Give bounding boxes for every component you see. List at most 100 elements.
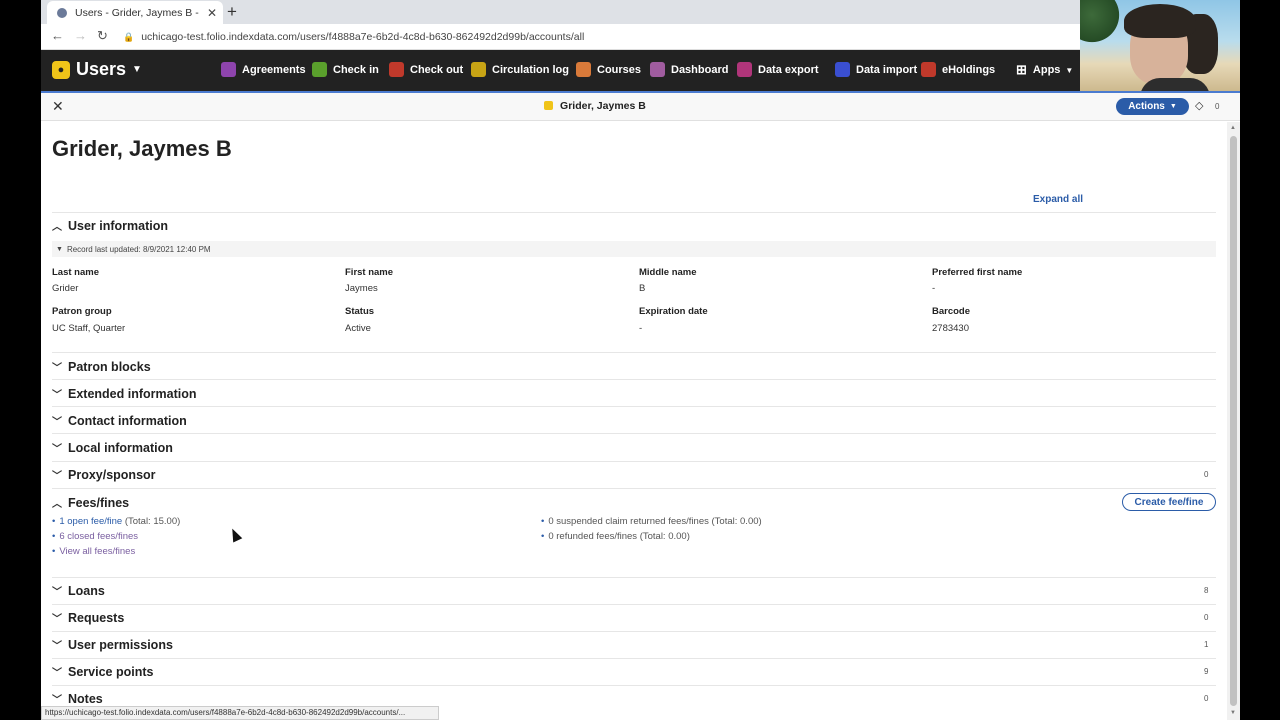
mouse-cursor-icon xyxy=(227,526,243,543)
lock-icon: 🔒 xyxy=(123,31,135,42)
section-notes[interactable]: ﹀ Notes xyxy=(52,691,103,707)
nav-agreements[interactable]: Agreements xyxy=(221,62,306,77)
create-fee-fine-button[interactable]: Create fee/fine xyxy=(1122,493,1216,511)
hair-image xyxy=(1124,4,1196,38)
pane-title: Grider, Jaymes B xyxy=(41,100,1149,112)
check-out-icon xyxy=(389,62,404,77)
scrollbar[interactable]: ▲ ▼ xyxy=(1227,122,1240,720)
middle-name-value: B xyxy=(639,283,646,294)
shirt-image xyxy=(1140,78,1210,91)
browser-tab[interactable]: Users - Grider, Jaymes B - FOLIO ✕ xyxy=(47,1,223,24)
nav-apps[interactable]: ⊞ Apps ▼ xyxy=(1016,62,1073,78)
divider xyxy=(52,685,1216,686)
open-fees-link[interactable]: 1 open fee/fine xyxy=(59,516,122,527)
bullet: • xyxy=(541,516,545,527)
middle-name-label: Middle name xyxy=(639,267,697,278)
scrollbar-thumb[interactable] xyxy=(1230,136,1237,706)
close-tab-icon[interactable]: ✕ xyxy=(207,6,217,20)
chevron-up-icon: ︿ xyxy=(52,499,62,510)
dashboard-icon xyxy=(650,62,665,77)
record-last-updated[interactable]: ▼ Record last updated: 8/9/2021 12:40 PM xyxy=(52,241,1216,257)
barcode-value: 2783430 xyxy=(932,323,969,334)
closed-fees-link[interactable]: 6 closed fees/fines xyxy=(59,531,138,542)
url-field[interactable]: 🔒 uchicago-test.folio.indexdata.com/user… xyxy=(123,27,1083,47)
nav-circulation-log[interactable]: Circulation log xyxy=(471,62,569,77)
actions-label: Actions xyxy=(1128,101,1165,112)
scroll-down-icon[interactable]: ▼ xyxy=(1230,710,1236,716)
section-user-permissions[interactable]: ﹀ User permissions xyxy=(52,637,173,653)
section-title: Service points xyxy=(68,664,154,679)
section-title: Local information xyxy=(68,440,173,455)
pane-header: ✕ Grider, Jaymes B Actions ▼ ◇ 0 xyxy=(41,93,1240,121)
agreements-icon xyxy=(221,62,236,77)
new-tab-icon[interactable]: + xyxy=(227,2,237,22)
suspended-fees-item: • 0 suspended claim returned fees/fines (… xyxy=(541,516,762,527)
nav-label: Data import xyxy=(856,63,918,76)
nav-label: Agreements xyxy=(242,63,306,76)
scroll-up-icon[interactable]: ▲ xyxy=(1230,125,1236,131)
proxy-sponsor-count: 0 xyxy=(1204,470,1209,479)
chevron-down-icon: ﹀ xyxy=(52,363,62,374)
section-user-information[interactable]: ︿ User information xyxy=(52,218,168,234)
section-proxy-sponsor[interactable]: ﹀ Proxy/sponsor xyxy=(52,467,156,483)
view-all-fees-link[interactable]: View all fees/fines xyxy=(59,546,135,557)
section-extended-information[interactable]: ﹀ Extended information xyxy=(52,386,196,402)
courses-icon xyxy=(576,62,591,77)
users-app-icon xyxy=(544,101,554,110)
nav-data-export[interactable]: Data export xyxy=(737,62,819,77)
chevron-down-icon: ﹀ xyxy=(52,444,62,455)
preferred-name-label: Preferred first name xyxy=(932,267,1023,278)
divider xyxy=(52,658,1216,659)
nav-data-import[interactable]: Data import xyxy=(835,62,917,77)
patron-group-value: UC Staff, Quarter xyxy=(52,323,126,334)
section-title: Notes xyxy=(68,691,103,706)
nav-label: Check in xyxy=(333,63,379,76)
expand-all-button[interactable]: Expand all xyxy=(1033,194,1083,205)
section-title: Requests xyxy=(68,610,125,625)
nav-dashboard[interactable]: Dashboard xyxy=(650,62,728,77)
divider xyxy=(52,433,1216,434)
section-local-information[interactable]: ﹀ Local information xyxy=(52,440,173,456)
divider xyxy=(52,379,1216,380)
folio-favicon-icon xyxy=(57,7,67,18)
section-service-points[interactable]: ﹀ Service points xyxy=(52,664,154,680)
actions-button[interactable]: Actions ▼ xyxy=(1116,98,1189,115)
back-icon[interactable]: ← xyxy=(51,28,64,43)
tag-icon[interactable]: ◇ xyxy=(1195,99,1203,112)
webcam-overlay xyxy=(1080,0,1240,91)
user-name-heading: Grider, Jaymes B xyxy=(52,136,232,161)
nav-check-in[interactable]: Check in xyxy=(312,62,379,77)
section-loans[interactable]: ﹀ Loans xyxy=(52,583,105,599)
section-title: Proxy/sponsor xyxy=(68,467,156,482)
current-app-name: Users xyxy=(76,59,127,79)
notes-count: 0 xyxy=(1204,694,1209,703)
nav-check-out[interactable]: Check out xyxy=(389,62,463,77)
section-contact-information[interactable]: ﹀ Contact information xyxy=(52,413,187,429)
check-in-icon xyxy=(312,62,327,77)
user-detail-pane: Grider, Jaymes B Expand all ︿ User infor… xyxy=(41,122,1227,720)
reload-icon[interactable]: ↻ xyxy=(97,28,108,44)
current-app-menu[interactable]: ● Users ▼ xyxy=(52,59,142,80)
main-nav: ● Users ▼ Agreements Check in Check out … xyxy=(41,50,1240,91)
chevron-down-icon: ﹀ xyxy=(52,587,62,598)
caret-down-icon: ▼ xyxy=(1169,103,1177,110)
preferred-name-value: - xyxy=(932,283,936,294)
divider xyxy=(52,604,1216,605)
chevron-down-icon: ﹀ xyxy=(52,417,62,428)
nav-label: Check out xyxy=(410,63,464,76)
first-name-value: Jaymes xyxy=(345,283,378,294)
expiration-date-value: - xyxy=(639,323,643,334)
section-requests[interactable]: ﹀ Requests xyxy=(52,610,125,626)
forward-icon[interactable]: → xyxy=(74,28,87,43)
url-text: uchicago-test.folio.indexdata.com/users/… xyxy=(141,31,585,43)
divider xyxy=(52,212,1216,213)
section-fees-fines[interactable]: ︿ Fees/fines xyxy=(52,495,129,511)
tab-strip: Users - Grider, Jaymes B - FOLIO ✕ + xyxy=(41,0,1240,24)
open-fees-item: • 1 open fee/fine (Total: 15.00) xyxy=(52,516,180,527)
first-name-label: First name xyxy=(345,267,394,278)
nav-courses[interactable]: Courses xyxy=(576,62,641,77)
nav-eholdings[interactable]: eHoldings xyxy=(921,62,995,77)
status-bar-url: https://uchicago-test.folio.indexdata.co… xyxy=(41,706,439,720)
section-patron-blocks[interactable]: ﹀ Patron blocks xyxy=(52,359,151,375)
refunded-fees-item: • 0 refunded fees/fines (Total: 0.00) xyxy=(541,531,690,542)
